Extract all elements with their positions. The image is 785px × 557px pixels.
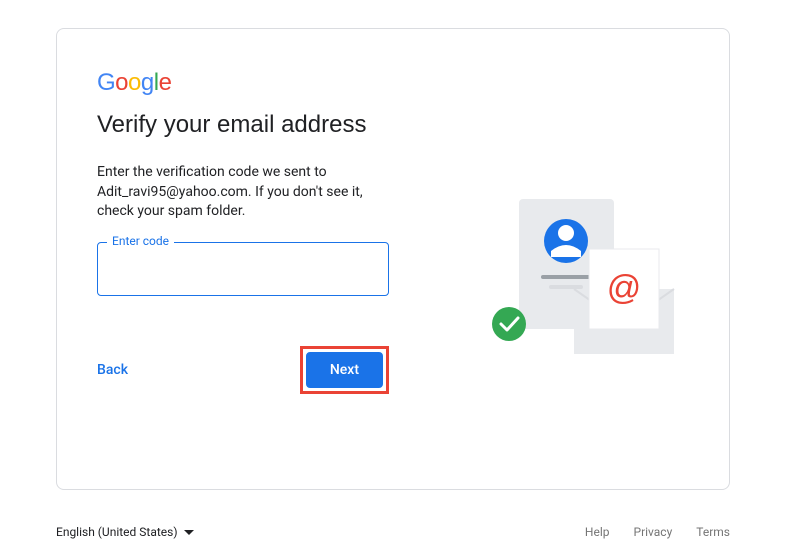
svg-text:@: @	[607, 269, 642, 307]
help-link[interactable]: Help	[585, 525, 610, 539]
footer: English (United States) Help Privacy Ter…	[56, 525, 730, 539]
page-title: Verify your email address	[97, 111, 689, 139]
signup-card: Google Verify your email address Enter t…	[56, 28, 730, 490]
next-button[interactable]: Next	[306, 352, 383, 388]
language-label: English (United States)	[56, 525, 178, 539]
terms-link[interactable]: Terms	[696, 525, 730, 539]
privacy-link[interactable]: Privacy	[634, 525, 673, 539]
language-selector[interactable]: English (United States)	[56, 525, 194, 539]
code-input[interactable]	[97, 242, 389, 296]
description-text: Enter the verification code we sent to A…	[97, 163, 397, 222]
input-label: Enter code	[107, 234, 174, 248]
chevron-down-icon	[184, 525, 194, 539]
next-button-highlight: Next	[300, 346, 389, 394]
code-input-wrapper: Enter code	[97, 242, 397, 296]
back-button[interactable]: Back	[97, 352, 128, 388]
google-logo: Google	[97, 69, 689, 97]
verification-illustration: @	[479, 189, 679, 369]
